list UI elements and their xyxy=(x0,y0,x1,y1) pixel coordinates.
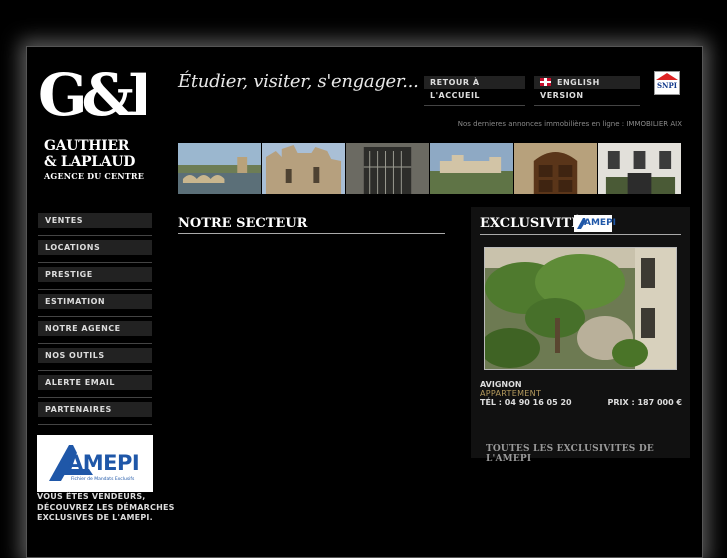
amepi-sellers-text[interactable]: VOUS ÊTES VENDEURS, DÉCOUVREZ LES DÉMARC… xyxy=(37,492,177,524)
divider xyxy=(38,262,152,263)
latest-listings-link[interactable]: Nos dernieres annonces immobilières en l… xyxy=(458,120,682,128)
home-button[interactable]: RETOUR À L'ACCUEIL xyxy=(424,76,525,100)
divider xyxy=(178,233,445,234)
divider xyxy=(38,397,152,398)
nav-ventes[interactable]: VENTES xyxy=(38,213,152,228)
uk-flag-icon xyxy=(540,78,551,86)
property-phone: TÉL : 04 90 16 05 20 xyxy=(480,398,572,407)
divider xyxy=(38,424,152,425)
divider xyxy=(424,105,525,106)
brand-name-line2: & LAPLAUD xyxy=(44,154,136,170)
all-amepi-exclusivities-link[interactable]: TOUTES LES EXCLUSIVITES DE L'AMEPI xyxy=(486,444,690,464)
photo-palais-des-papes xyxy=(262,143,345,194)
brand-subtitle: AGENCE DU CENTRE xyxy=(44,171,145,181)
main-navigation: VENTES LOCATIONS PRESTIGE ESTIMATION NOT… xyxy=(38,213,152,429)
amepi-logo-text: AMEPI xyxy=(67,451,140,475)
photo-banner xyxy=(178,143,681,194)
nav-partenaires[interactable]: PARTENAIRES xyxy=(38,402,152,417)
amepi-logo[interactable]: AMEPI Fichier de Mandats Exclusifs xyxy=(37,435,153,492)
property-price: PRIX : 187 000 € xyxy=(607,398,682,407)
page-frame: G&L GAUTHIER & LAPLAUD AGENCE DU CENTRE … xyxy=(26,46,703,558)
property-type: APPARTEMENT xyxy=(480,389,542,398)
divider xyxy=(38,316,152,317)
photo-fort-saint-andre xyxy=(430,143,513,194)
property-city: AVIGNON xyxy=(480,380,522,389)
property-garden-image xyxy=(485,248,676,369)
nav-prestige[interactable]: PRESTIGE xyxy=(38,267,152,282)
divider xyxy=(534,105,640,106)
amepi-badge-text: AMEPI xyxy=(584,218,617,228)
nav-notre-agence[interactable]: NOTRE AGENCE xyxy=(38,321,152,336)
exclusivites-panel: EXCLUSIVITÉS AMEPI AVIGNON APPARTEMENT T… xyxy=(471,207,690,464)
nav-locations[interactable]: LOCATIONS xyxy=(38,240,152,255)
amepi-badge: AMEPI xyxy=(574,215,616,232)
divider xyxy=(480,234,681,235)
page-title: NOTRE SECTEUR xyxy=(178,216,308,231)
logo-monogram[interactable]: G&L xyxy=(36,61,146,123)
snpi-logo[interactable]: SNPI xyxy=(654,71,680,95)
nav-alerte-email[interactable]: ALERTE EMAIL xyxy=(38,375,152,390)
nav-nos-outils[interactable]: NOS OUTILS xyxy=(38,348,152,363)
house-roof-icon xyxy=(656,73,678,80)
divider xyxy=(38,343,152,344)
english-version-button[interactable]: ENGLISH VERSION xyxy=(534,76,640,100)
amepi-logo-subtext: Fichier de Mandats Exclusifs xyxy=(71,477,135,482)
photo-white-facade xyxy=(598,143,681,194)
divider xyxy=(38,370,152,371)
photo-iron-gate xyxy=(346,143,429,194)
nav-estimation[interactable]: ESTIMATION xyxy=(38,294,152,309)
divider xyxy=(38,235,152,236)
divider xyxy=(38,289,152,290)
photo-wooden-door xyxy=(514,143,597,194)
snpi-label: SNPI xyxy=(657,81,677,90)
tagline: Étudier, visiter, s'engager... xyxy=(178,71,419,92)
svg-text:G&L: G&L xyxy=(38,61,146,123)
property-photo[interactable] xyxy=(484,247,677,370)
brand-name-line1: GAUTHIER xyxy=(44,138,130,154)
photo-pont-avignon xyxy=(178,143,261,194)
